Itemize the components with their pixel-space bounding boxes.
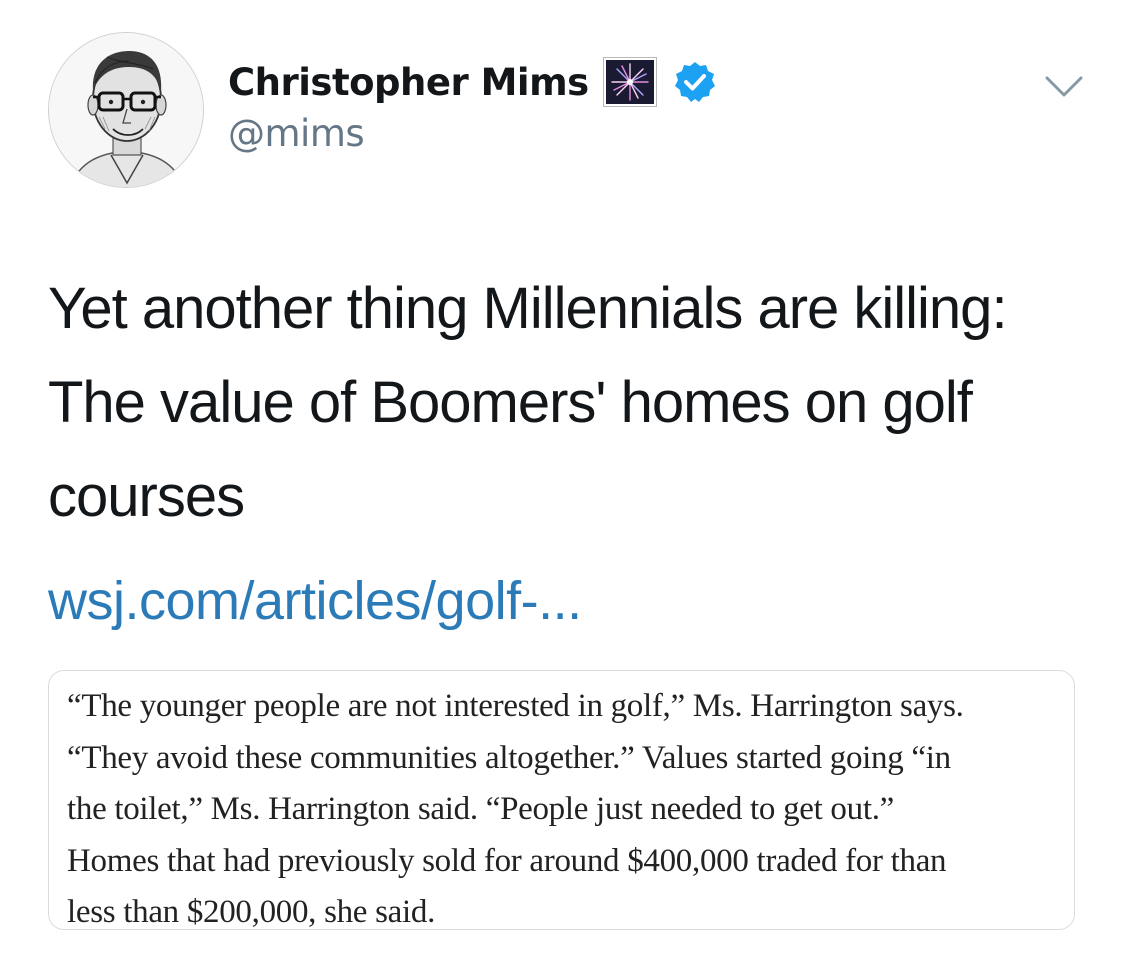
tweet-text-line: The value of Boomers' homes on golf	[48, 370, 973, 435]
fireworks-emoji-icon	[602, 57, 657, 107]
portrait-sketch-icon	[49, 33, 203, 187]
chevron-down-icon[interactable]	[1044, 74, 1084, 100]
quote-line: the toilet,” Ms. Harrington said. “Peopl…	[67, 791, 895, 827]
quote-card[interactable]: “The younger people are not interested i…	[48, 670, 1075, 930]
tweet-text-line: courses	[48, 464, 245, 529]
quote-line: “They avoid these communities altogether…	[67, 739, 951, 776]
author-handle[interactable]: @mims	[228, 112, 365, 155]
quote-line: less than $200,000, she said.	[67, 894, 436, 930]
display-name[interactable]: Christopher Mims	[228, 61, 589, 104]
author-name-row[interactable]: Christopher Mims	[228, 56, 717, 108]
tweet-text-line: Yet another thing Millennials are killin…	[48, 276, 1008, 341]
quote-line: “The younger people are not interested i…	[67, 688, 964, 724]
tweet-text: Yet another thing Millennials are killin…	[48, 262, 1098, 544]
quote-line: Homes that had previously sold for aroun…	[67, 842, 947, 879]
avatar[interactable]	[48, 32, 204, 188]
verified-badge-icon	[673, 60, 717, 104]
article-link[interactable]: wsj.com/articles/golf-...	[48, 570, 582, 632]
